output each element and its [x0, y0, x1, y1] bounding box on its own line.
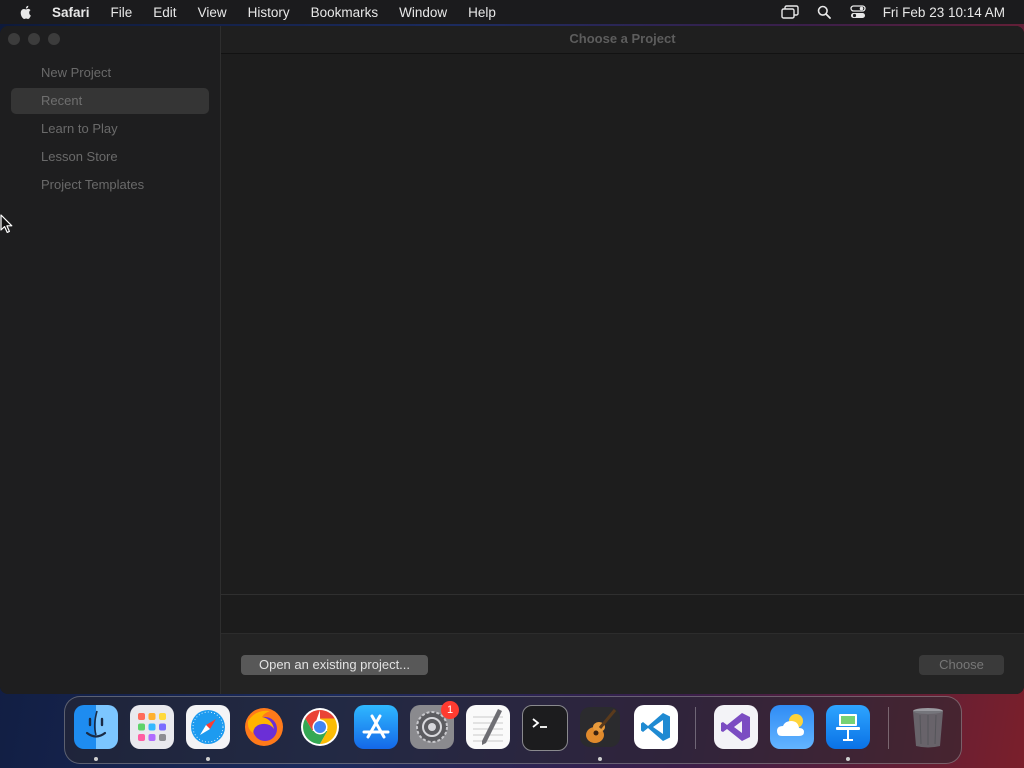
garageband-icon[interactable]	[578, 705, 622, 749]
launchpad-icon[interactable]	[130, 705, 174, 749]
project-browser-area[interactable]	[221, 54, 1024, 595]
menu-history[interactable]: History	[248, 5, 290, 20]
firefox-icon[interactable]	[242, 705, 286, 749]
sidebar-item-lesson-store[interactable]: Lesson Store	[11, 144, 209, 170]
sidebar-item-recent[interactable]: Recent	[11, 88, 209, 114]
dock-separator	[695, 707, 696, 749]
finder-running-indicator	[94, 757, 98, 761]
textedit-icon[interactable]	[466, 705, 510, 749]
dock-separator	[888, 707, 889, 749]
menu-view[interactable]: View	[198, 5, 227, 20]
menu-bookmarks[interactable]: Bookmarks	[311, 5, 379, 20]
sidebar-item-learn-to-play[interactable]: Learn to Play	[11, 116, 209, 142]
sidebar-item-new-project[interactable]: New Project	[11, 60, 209, 86]
screen-mirroring-icon[interactable]	[780, 4, 799, 20]
app-store-icon[interactable]	[354, 705, 398, 749]
choose-project-window: New Project Recent Learn to Play Lesson …	[0, 26, 1024, 694]
apple-icon[interactable]	[18, 4, 34, 20]
system-settings-icon[interactable]: 1	[410, 701, 459, 749]
project-info-strip	[221, 595, 1024, 634]
trash-icon[interactable]	[906, 705, 950, 749]
menu-app-name[interactable]: Safari	[52, 5, 90, 20]
sidebar-item-project-templates[interactable]: Project Templates	[11, 172, 209, 198]
garageband-running-indicator	[598, 757, 602, 761]
minimize-window-button[interactable]	[28, 33, 40, 45]
dock: 1	[64, 696, 962, 764]
safari-icon[interactable]	[186, 705, 230, 749]
close-window-button[interactable]	[8, 33, 20, 45]
chrome-icon[interactable]	[298, 705, 342, 749]
sidebar: New Project Recent Learn to Play Lesson …	[0, 26, 221, 694]
spotlight-search-icon[interactable]	[815, 4, 833, 20]
keynote-running-indicator	[846, 757, 850, 761]
menu-clock[interactable]: Fri Feb 23 10:14 AM	[883, 5, 1005, 20]
weather-icon[interactable]	[770, 705, 814, 749]
menu-edit[interactable]: Edit	[153, 5, 176, 20]
menu-help[interactable]: Help	[468, 5, 496, 20]
zoom-window-button[interactable]	[48, 33, 60, 45]
window-controls	[8, 33, 68, 45]
safari-running-indicator	[206, 757, 210, 761]
main-panel: Choose a Project Open an existing projec…	[221, 26, 1024, 694]
finder-icon[interactable]	[74, 705, 118, 749]
choose-button[interactable]: Choose	[919, 655, 1004, 675]
keynote-icon[interactable]	[826, 705, 870, 749]
window-footer: Open an existing project... Choose	[221, 634, 1024, 694]
vscode-icon[interactable]	[634, 705, 678, 749]
menu-window[interactable]: Window	[399, 5, 447, 20]
mouse-pointer-icon	[0, 214, 14, 234]
visual-studio-icon[interactable]	[714, 705, 758, 749]
sidebar-list: New Project Recent Learn to Play Lesson …	[11, 60, 209, 200]
window-title: Choose a Project	[221, 26, 1024, 54]
control-center-icon[interactable]	[849, 4, 867, 20]
menu-extras: Fri Feb 23 10:14 AM	[780, 0, 1024, 24]
open-existing-project-button[interactable]: Open an existing project...	[241, 655, 428, 675]
menu-file[interactable]: File	[111, 5, 133, 20]
notification-badge: 1	[441, 701, 459, 719]
menu-bar: Safari File Edit View History Bookmarks …	[0, 0, 1024, 24]
terminal-icon[interactable]	[522, 705, 568, 751]
